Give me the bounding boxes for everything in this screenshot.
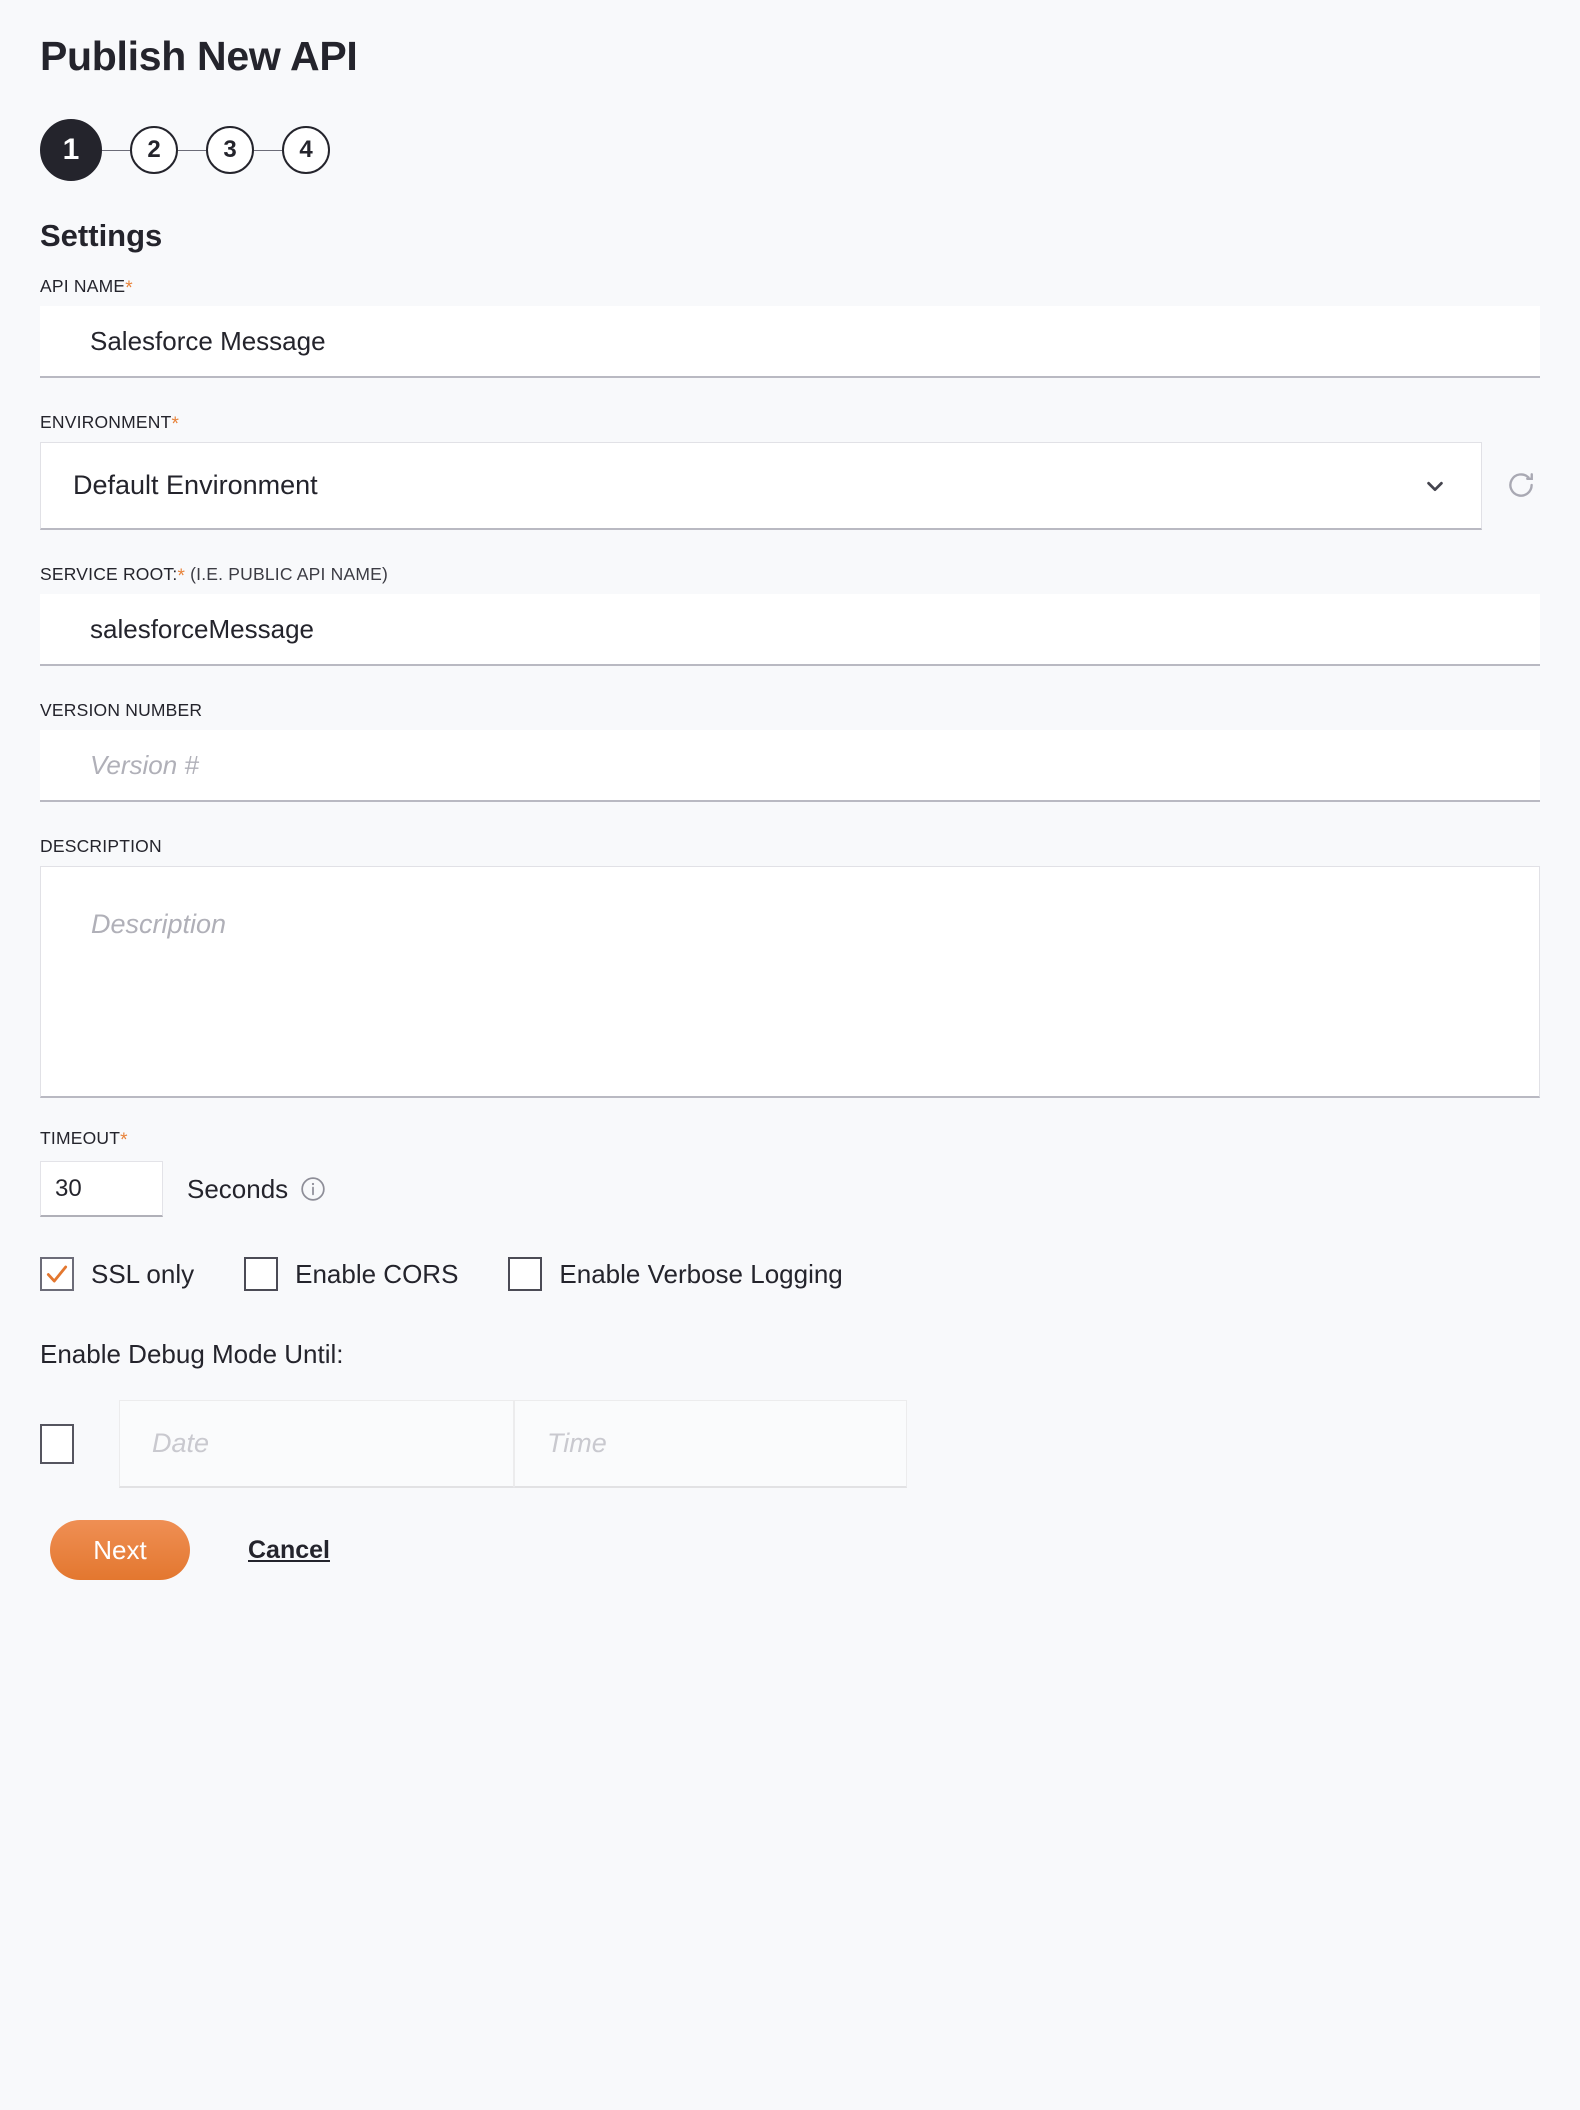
label-version-number: VERSION NUMBER (40, 700, 1540, 721)
checkmark-icon (44, 1261, 70, 1287)
label-timeout: TIMEOUT* (40, 1128, 1540, 1149)
enable-cors-checkbox-box[interactable] (244, 1257, 278, 1291)
enable-cors-label: Enable CORS (295, 1259, 458, 1290)
options-checkbox-row: SSL only Enable CORS Enable Verbose Logg… (40, 1257, 1540, 1291)
required-asterisk-environment: * (172, 414, 180, 435)
field-description: DESCRIPTION (40, 836, 1540, 1098)
info-icon[interactable] (300, 1176, 326, 1202)
step-connector-1-2 (102, 150, 130, 151)
enable-verbose-logging-label: Enable Verbose Logging (559, 1259, 842, 1290)
enable-verbose-logging-checkbox-box[interactable] (508, 1257, 542, 1291)
field-api-name: API NAME* (40, 276, 1540, 378)
step-indicator-4[interactable]: 4 (282, 126, 330, 174)
step-number-4: 4 (299, 136, 312, 164)
service-root-input[interactable] (40, 594, 1540, 666)
label-environment-text: ENVIRONMENT (40, 412, 172, 432)
field-service-root: SERVICE ROOT:* (I.E. PUBLIC API NAME) (40, 564, 1540, 666)
field-version-number: VERSION NUMBER (40, 700, 1540, 802)
debug-mode-checkbox[interactable] (40, 1424, 74, 1464)
debug-mode-row (40, 1400, 1540, 1488)
debug-time-input[interactable] (514, 1400, 907, 1488)
required-asterisk-timeout: * (120, 1130, 128, 1151)
field-environment: ENVIRONMENT* Default Environment (40, 412, 1540, 530)
version-number-input[interactable] (40, 730, 1540, 802)
stepper: 1 2 3 4 (40, 118, 1540, 182)
section-title-settings: Settings (40, 218, 1540, 254)
step-indicator-3[interactable]: 3 (206, 126, 254, 174)
environment-row: Default Environment (40, 442, 1540, 530)
label-service-root-hint: (I.E. PUBLIC API NAME) (185, 564, 388, 584)
step-indicator-1[interactable]: 1 (40, 119, 102, 181)
step-number-3: 3 (223, 136, 236, 164)
label-api-name-text: API NAME (40, 276, 125, 296)
api-name-input[interactable] (40, 306, 1540, 378)
timeout-row: Seconds (40, 1161, 1540, 1217)
step-number-2: 2 (147, 136, 160, 164)
environment-select-wrap: Default Environment (40, 442, 1482, 530)
publish-new-api-page: Publish New API 1 2 3 4 Settings API NAM… (0, 0, 1580, 2110)
timeout-units-label: Seconds (187, 1174, 288, 1205)
ssl-only-label: SSL only (91, 1259, 194, 1290)
action-button-row: Next Cancel (40, 1520, 1540, 1580)
next-button[interactable]: Next (50, 1520, 190, 1580)
required-asterisk-service-root: * (177, 566, 185, 587)
label-api-name: API NAME* (40, 276, 1540, 297)
page-title: Publish New API (40, 0, 1540, 80)
environment-selected-value: Default Environment (73, 470, 318, 501)
refresh-icon (1506, 470, 1536, 503)
step-number-1: 1 (63, 133, 80, 167)
checkbox-ssl-only[interactable]: SSL only (40, 1257, 194, 1291)
step-connector-2-3 (178, 150, 206, 151)
required-asterisk-api-name: * (125, 278, 133, 299)
debug-mode-title: Enable Debug Mode Until: (40, 1339, 1540, 1370)
step-indicator-2[interactable]: 2 (130, 126, 178, 174)
label-service-root-text: SERVICE ROOT: (40, 564, 177, 584)
checkbox-enable-verbose-logging[interactable]: Enable Verbose Logging (508, 1257, 842, 1291)
description-textarea[interactable] (40, 866, 1540, 1098)
ssl-only-checkbox-box[interactable] (40, 1257, 74, 1291)
environment-select[interactable]: Default Environment (40, 442, 1482, 530)
label-timeout-text: TIMEOUT (40, 1128, 120, 1148)
debug-date-input[interactable] (119, 1400, 514, 1488)
field-timeout: TIMEOUT* Seconds (40, 1128, 1540, 1217)
timeout-input[interactable] (40, 1161, 163, 1217)
cancel-link[interactable]: Cancel (248, 1536, 330, 1565)
label-description: DESCRIPTION (40, 836, 1540, 857)
checkbox-enable-cors[interactable]: Enable CORS (244, 1257, 458, 1291)
label-environment: ENVIRONMENT* (40, 412, 1540, 433)
refresh-environments-button[interactable] (1502, 466, 1540, 506)
label-service-root: SERVICE ROOT:* (I.E. PUBLIC API NAME) (40, 564, 1540, 585)
step-connector-3-4 (254, 150, 282, 151)
